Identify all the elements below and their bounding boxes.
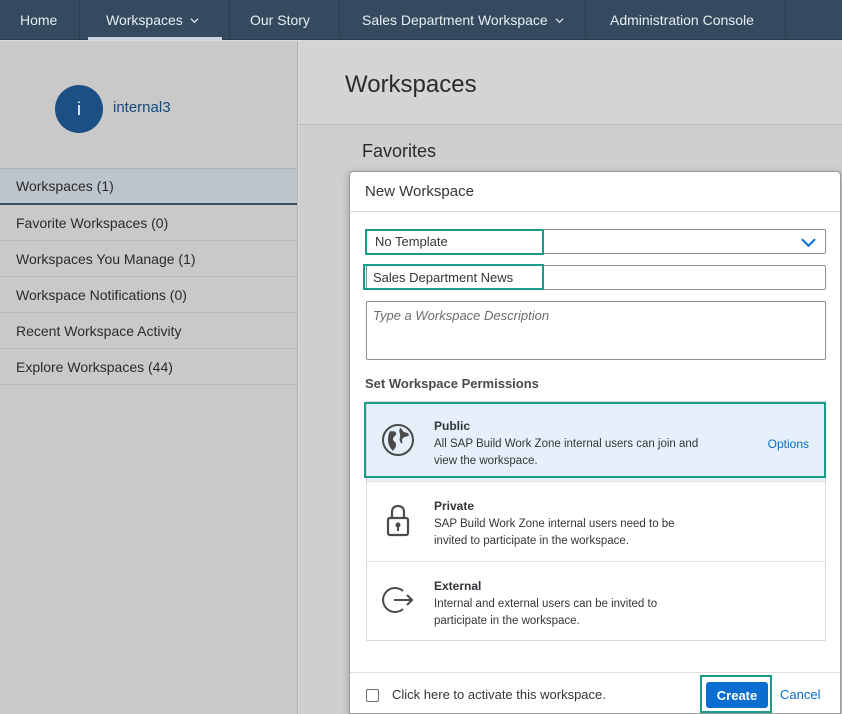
exit-icon — [382, 587, 414, 613]
avatar[interactable]: i — [55, 85, 103, 133]
lock-icon — [386, 504, 410, 537]
nav-our-story-label: Our Story — [250, 12, 310, 28]
top-navigation: Home Workspaces Our Story Sales Departme… — [0, 0, 842, 40]
permission-description: SAP Build Work Zone internal users need … — [434, 518, 675, 547]
sidebar-item-label: Favorite Workspaces (0) — [16, 214, 169, 231]
sidebar-item-workspace-notifications[interactable]: Workspace Notifications (0) — [0, 277, 297, 313]
nav-workspaces[interactable]: Workspaces — [80, 0, 230, 40]
chevron-down-icon — [555, 17, 564, 23]
highlight-name — [363, 264, 544, 290]
permission-private[interactable]: Private SAP Build Work Zone internal use… — [367, 482, 825, 562]
permission-name: External — [434, 579, 482, 593]
page-title: Workspaces — [345, 71, 477, 98]
nav-home[interactable]: Home — [0, 0, 80, 40]
nav-home-label: Home — [20, 12, 58, 28]
nav-workspaces-label: Workspaces — [106, 12, 183, 28]
nav-admin-console[interactable]: Administration Console — [586, 0, 786, 40]
chevron-down-icon — [190, 17, 199, 23]
highlight-public — [364, 402, 826, 478]
dialog-title: New Workspace — [350, 172, 840, 212]
activate-checkbox[interactable] — [366, 689, 379, 702]
profile-section: i internal3 — [0, 41, 297, 169]
permission-external[interactable]: External Internal and external users can… — [367, 562, 825, 642]
cancel-button[interactable]: Cancel — [780, 687, 820, 702]
activate-checkbox-label[interactable]: Click here to activate this workspace. — [392, 687, 606, 702]
sidebar-item-workspaces-you-manage[interactable]: Workspaces You Manage (1) — [0, 241, 297, 277]
sidebar-item-label: Workspaces You Manage (1) — [16, 250, 196, 267]
nav-admin-console-label: Administration Console — [610, 12, 754, 28]
highlight-template — [365, 229, 544, 255]
nav-our-story[interactable]: Our Story — [230, 0, 340, 40]
sidebar-item-explore-workspaces[interactable]: Explore Workspaces (44) — [0, 349, 297, 385]
sidebar: i internal3 Workspaces (1) Favorite Work… — [0, 41, 298, 714]
nav-sales-workspace-label: Sales Department Workspace — [362, 12, 548, 28]
permission-description: Internal and external users can be invit… — [434, 598, 658, 627]
sidebar-item-label: Explore Workspaces (44) — [16, 358, 173, 375]
nav-sales-workspace[interactable]: Sales Department Workspace — [340, 0, 586, 40]
chevron-down-icon — [801, 238, 816, 248]
permission-name: Private — [434, 499, 475, 513]
username[interactable]: internal3 — [113, 99, 171, 116]
favorites-heading: Favorites — [362, 141, 437, 161]
sidebar-item-label: Workspace Notifications (0) — [16, 286, 187, 303]
permissions-heading: Set Workspace Permissions — [365, 376, 539, 391]
sidebar-item-workspaces[interactable]: Workspaces (1) — [0, 169, 297, 205]
sidebar-item-recent-activity[interactable]: Recent Workspace Activity — [0, 313, 297, 349]
sidebar-item-label: Workspaces (1) — [16, 178, 114, 194]
sidebar-item-favorite-workspaces[interactable]: Favorite Workspaces (0) — [0, 205, 297, 241]
workspace-description-input[interactable]: Type a Workspace Description — [366, 301, 826, 360]
avatar-initial: i — [77, 98, 81, 119]
highlight-create — [700, 675, 772, 713]
sidebar-item-label: Recent Workspace Activity — [16, 322, 182, 339]
